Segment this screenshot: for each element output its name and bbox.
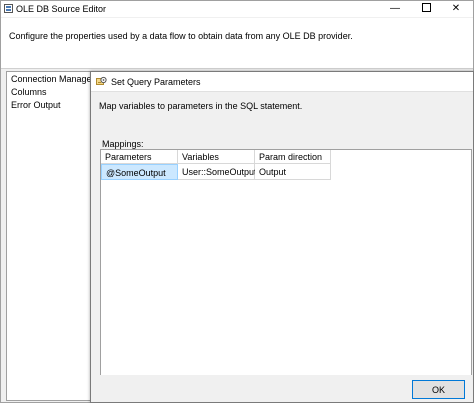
mappings-label: Mappings: xyxy=(102,139,144,149)
maximize-icon xyxy=(421,2,431,12)
window-title: OLE DB Source Editor xyxy=(16,4,107,14)
database-source-icon xyxy=(4,4,13,13)
dialog-titlebar: Set Query Parameters xyxy=(91,72,473,91)
header-band: Configure the properties used by a data … xyxy=(1,18,473,69)
dialog-button-bar: OK xyxy=(91,375,473,402)
editor-nav: Connection Manager Columns Error Output xyxy=(6,71,95,401)
maximize-button[interactable] xyxy=(411,1,441,17)
close-button[interactable]: ✕ xyxy=(441,1,471,17)
dialog-title-divider xyxy=(91,91,473,92)
column-header-parameters[interactable]: Parameters xyxy=(101,150,178,164)
nav-item-connection-manager[interactable]: Connection Manager xyxy=(11,74,95,84)
set-query-parameters-dialog: Set Query Parameters Map variables to pa… xyxy=(90,71,474,403)
column-header-param-direction[interactable]: Param direction xyxy=(255,150,331,164)
dialog-description: Map variables to parameters in the SQL s… xyxy=(99,101,303,111)
cell-parameter[interactable]: @SomeOutput xyxy=(101,164,178,180)
parameters-icon xyxy=(96,76,107,85)
mappings-grid[interactable]: Parameters Variables Param direction @So… xyxy=(100,149,472,377)
dialog-title: Set Query Parameters xyxy=(111,77,201,87)
window-titlebar: OLE DB Source Editor — ✕ xyxy=(1,1,473,17)
header-description: Configure the properties used by a data … xyxy=(9,31,353,41)
ok-button[interactable]: OK xyxy=(412,380,465,399)
cell-param-direction[interactable]: Output xyxy=(255,164,331,180)
nav-item-error-output[interactable]: Error Output xyxy=(11,100,61,110)
minimize-button[interactable]: — xyxy=(380,1,410,17)
nav-item-columns[interactable]: Columns xyxy=(11,87,47,97)
column-header-variables[interactable]: Variables xyxy=(178,150,255,164)
cell-variable[interactable]: User::SomeOutput xyxy=(178,164,257,180)
